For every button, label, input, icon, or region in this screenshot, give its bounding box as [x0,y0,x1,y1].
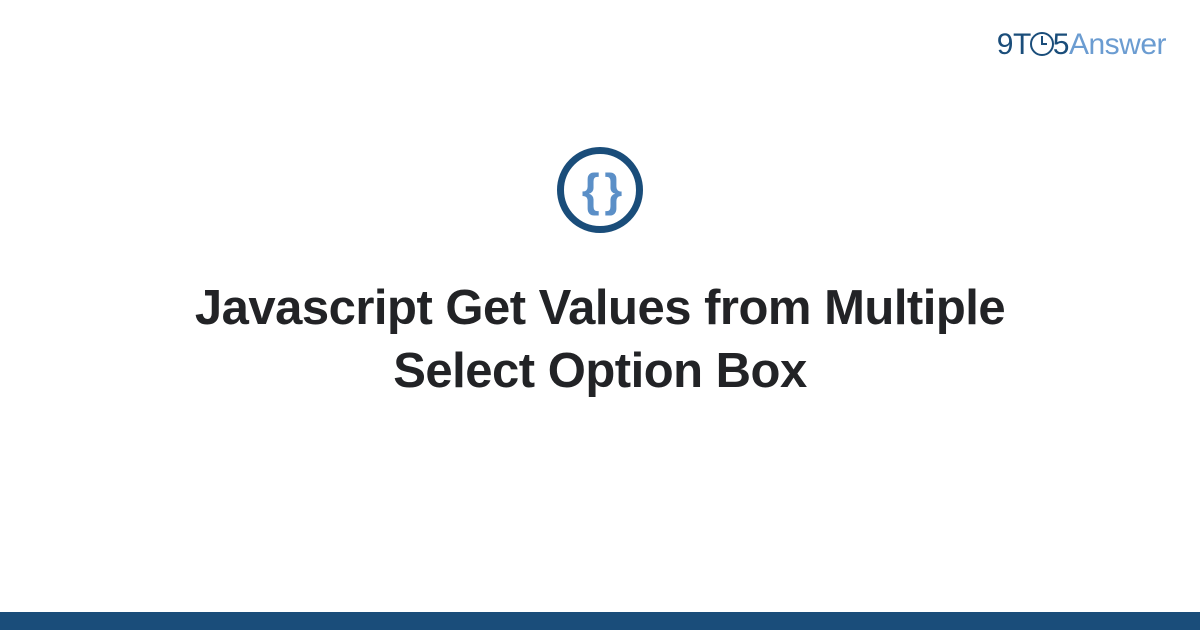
code-badge-icon: { } [557,147,643,233]
page-title: Javascript Get Values from Multiple Sele… [150,277,1050,402]
footer-bar [0,612,1200,630]
braces-icon: { } [582,167,619,213]
main-content: { } Javascript Get Values from Multiple … [0,0,1200,630]
